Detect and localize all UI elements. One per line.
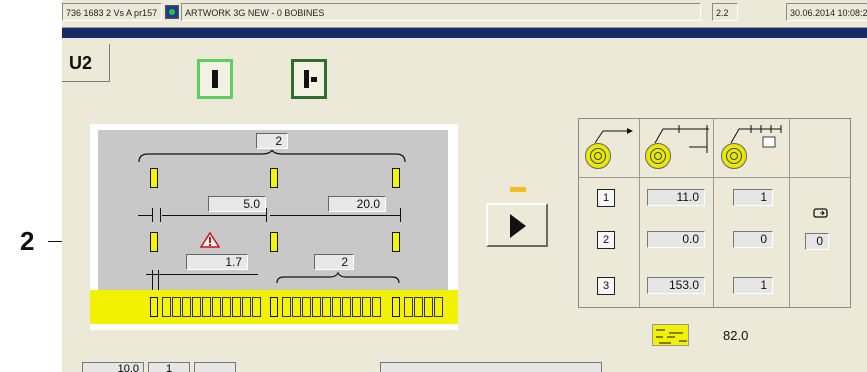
app-title: ARTWORK 3G NEW - 0 BOBINES	[181, 3, 701, 21]
bobbin-marker	[270, 297, 278, 317]
footer-panel	[380, 362, 602, 372]
session-label: 736 1683 2 Vs A pr157	[62, 3, 162, 21]
repeat-field[interactable]: 0	[805, 233, 829, 250]
row-length-field[interactable]: 11.0	[647, 189, 705, 206]
parameter-table: 1 11.0 1 2 0.0 0 3 153.0 1 0	[578, 118, 851, 308]
footer-field-b[interactable]: 1	[148, 362, 190, 372]
row-length-field[interactable]: 0.0	[647, 231, 705, 248]
bobbin-marker	[150, 297, 158, 317]
row-count-field[interactable]: 1	[733, 189, 773, 206]
bar-step-icon	[304, 70, 309, 88]
total-value: 82.0	[723, 328, 749, 343]
bobbin-marker	[392, 168, 400, 188]
title-bar: 736 1683 2 Vs A pr157 ARTWORK 3G NEW - 0…	[62, 0, 867, 28]
app-icon	[165, 5, 179, 19]
bobbin-marker	[150, 168, 158, 188]
warning-triangle-icon	[200, 232, 220, 248]
mode-step-button[interactable]	[291, 59, 327, 99]
repeat-icon	[813, 208, 828, 218]
coil-feed-icon	[585, 143, 611, 169]
offset-field[interactable]: 1.7	[186, 254, 248, 270]
machine-screen: 736 1683 2 Vs A pr157 ARTWORK 3G NEW - 0…	[62, 0, 867, 372]
row-length-field[interactable]: 153.0	[647, 277, 705, 294]
footer-field-c[interactable]	[194, 362, 236, 372]
datetime-label: 30.06.2014 10:08:20	[786, 3, 867, 21]
layout-diagram: 2 5.0 20.0 1.7 2	[90, 124, 458, 330]
footer-field-a[interactable]: 10.0	[82, 362, 144, 372]
bobbin-marker	[270, 232, 278, 252]
callout-number: 2	[20, 226, 35, 256]
mode-run-button[interactable]	[197, 59, 233, 99]
top-brace	[138, 150, 406, 163]
bobbin-marker	[392, 232, 400, 252]
row-index: 1	[597, 189, 615, 207]
row-count-field[interactable]: 0	[733, 231, 773, 248]
bobbin-marker	[150, 232, 158, 252]
count-top-field[interactable]: 2	[256, 133, 288, 149]
spacing-left-field[interactable]: 5.0	[208, 196, 266, 212]
bottom-brace	[276, 272, 400, 284]
bar-icon	[212, 70, 218, 88]
status-indicator	[510, 187, 526, 192]
unit-label: U2	[62, 44, 110, 82]
row-index: 2	[597, 231, 615, 249]
play-button[interactable]	[486, 203, 548, 247]
row-count-field[interactable]: 1	[733, 277, 773, 294]
version-label: 2.2	[712, 3, 738, 21]
header-band	[62, 28, 867, 38]
bobbin-marker	[270, 168, 278, 188]
spacing-right-field[interactable]: 20.0	[328, 196, 386, 212]
tape-strip	[90, 290, 458, 324]
bobbin-marker	[392, 297, 400, 317]
row-index: 3	[597, 277, 615, 295]
count-bottom-field[interactable]: 2	[314, 254, 354, 270]
tape-layout-icon	[652, 324, 689, 346]
